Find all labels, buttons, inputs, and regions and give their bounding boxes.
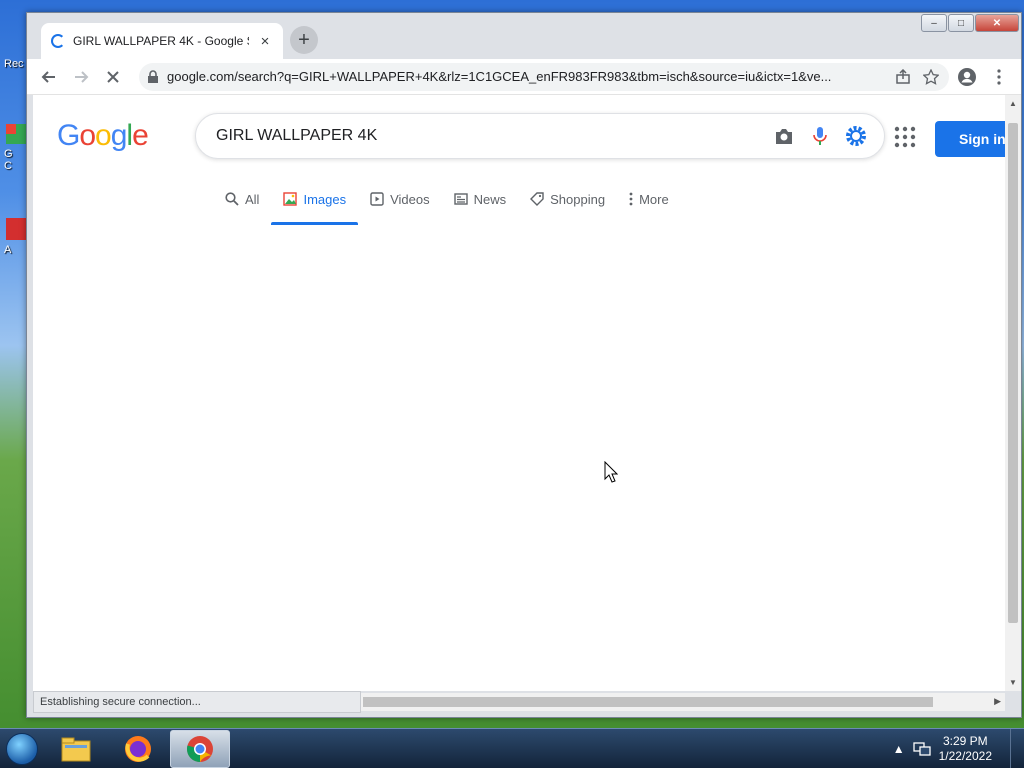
google-apps-button[interactable] [893, 125, 917, 149]
system-tray: ▲ 3:29 PM 1/22/2022 [893, 734, 1010, 764]
arrow-right-icon [75, 70, 89, 83]
scroll-down-icon[interactable]: ▼ [1009, 678, 1017, 687]
camera-icon [776, 129, 792, 144]
tab-label: Shopping [550, 191, 606, 207]
chrome-icon [186, 735, 213, 762]
back-button[interactable] [35, 63, 63, 91]
search-box[interactable]: GIRL WALLPAPER 4K [195, 113, 885, 159]
clock-date: 1/22/2022 [938, 748, 992, 763]
logo-letter: e [132, 119, 149, 152]
scroll-up-icon[interactable]: ▲ [1009, 99, 1017, 108]
show-desktop-button[interactable] [1010, 728, 1024, 768]
arrow-left-icon [41, 70, 55, 83]
app-shortcut-icon [4, 216, 28, 242]
url-text: google.com/search?q=GIRL+WALLPAPER+4K&rl… [167, 69, 832, 84]
maximize-button[interactable]: □ [948, 14, 974, 32]
tab-label: All [245, 191, 260, 207]
voice-search-button[interactable] [802, 118, 838, 154]
logo-letter: o [79, 119, 96, 152]
tag-icon [530, 192, 544, 206]
logo-letter: o [95, 119, 112, 152]
windows-logo-icon [6, 732, 38, 765]
forward-button[interactable] [67, 63, 95, 91]
network-icon[interactable] [912, 741, 931, 757]
tab-label: Images [303, 191, 347, 207]
account-icon [958, 67, 976, 86]
minimize-button[interactable]: – [921, 14, 947, 32]
tab-images[interactable]: Images [271, 183, 358, 225]
vertical-scrollbar[interactable]: ▲ ▼ [1005, 95, 1021, 691]
taskbar-chrome[interactable] [170, 729, 230, 768]
more-vert-icon [997, 68, 1001, 85]
loading-spinner-icon [51, 34, 65, 48]
microphone-icon [813, 127, 827, 145]
clock[interactable]: 3:29 PM 1/22/2022 [939, 734, 992, 764]
new-tab-button[interactable]: + [290, 26, 318, 54]
more-vert-icon [629, 192, 633, 206]
close-icon [107, 70, 119, 83]
status-bar: Establishing secure connection... [33, 691, 361, 713]
stop-button[interactable] [99, 63, 127, 91]
tab-label: More [639, 191, 669, 207]
window-controls: – □ ✕ [921, 14, 1019, 32]
news-icon [453, 193, 468, 205]
browser-tab[interactable]: GIRL WALLPAPER 4K - Google Se × [41, 23, 283, 59]
title-bar: GIRL WALLPAPER 4K - Google Se × + – □ ✕ [27, 13, 1021, 59]
search-query[interactable]: GIRL WALLPAPER 4K [216, 127, 766, 145]
share-button[interactable] [893, 67, 913, 87]
sign-in-button[interactable]: Sign in [935, 121, 1005, 157]
desktop-icon-label: A [4, 244, 12, 256]
firefox-icon [125, 735, 151, 762]
tab-all[interactable]: All [213, 183, 271, 215]
scroll-thumb[interactable] [1008, 123, 1018, 623]
menu-button[interactable] [985, 63, 1013, 91]
taskbar-firefox[interactable] [108, 730, 168, 768]
scroll-thumb[interactable] [363, 697, 933, 707]
search-icon [225, 192, 239, 206]
chrome-shortcut-icon [4, 120, 28, 146]
browser-toolbar: google.com/search?q=GIRL+WALLPAPER+4K&rl… [27, 59, 1021, 95]
tab-videos[interactable]: Videos [358, 183, 442, 215]
tab-more[interactable]: More [617, 183, 681, 215]
start-button[interactable] [0, 729, 44, 768]
tab-label: Videos [390, 191, 430, 207]
tab-shopping[interactable]: Shopping [518, 183, 617, 215]
mouse-cursor-icon [604, 461, 618, 483]
show-hidden-icons-icon[interactable]: ▲ [893, 742, 905, 756]
clock-time: 3:29 PM [942, 733, 988, 748]
share-icon [896, 68, 910, 84]
lock-icon [148, 69, 158, 83]
desktop-icon-label: Rec [4, 58, 24, 70]
logo-letter: g [110, 119, 128, 152]
tab-close-icon[interactable]: × [257, 33, 273, 50]
gear-icon [846, 126, 866, 146]
tab-title: GIRL WALLPAPER 4K - Google Se [73, 34, 249, 48]
page-content: Google GIRL WALLPAPER 4K Sign in All Ima… [33, 95, 1005, 691]
close-button[interactable]: ✕ [975, 14, 1019, 32]
image-icon [283, 192, 298, 206]
apps-grid-icon [894, 126, 916, 148]
taskbar: ▲ 3:29 PM 1/22/2022 [0, 728, 1024, 768]
profile-button[interactable] [953, 63, 981, 91]
settings-button[interactable] [838, 118, 874, 154]
video-icon [370, 192, 384, 206]
browser-window: GIRL WALLPAPER 4K - Google Se × + – □ ✕ … [26, 12, 1022, 718]
google-logo[interactable]: Google [57, 119, 149, 153]
scroll-right-icon[interactable]: ▶ [994, 696, 1001, 707]
taskbar-explorer[interactable] [46, 730, 106, 768]
folder-icon [61, 737, 91, 761]
address-bar[interactable]: google.com/search?q=GIRL+WALLPAPER+4K&rl… [139, 62, 949, 91]
horizontal-scrollbar[interactable]: ▶ [361, 693, 1005, 711]
bookmark-button[interactable] [921, 67, 941, 87]
logo-letter: G [57, 119, 80, 152]
star-icon [923, 68, 939, 85]
search-type-tabs: All Images Videos News Shopping More [213, 183, 681, 225]
tab-news[interactable]: News [442, 183, 519, 215]
search-by-image-button[interactable] [766, 118, 802, 154]
tab-label: News [473, 191, 507, 207]
desktop-icon-label: G C [4, 148, 13, 172]
